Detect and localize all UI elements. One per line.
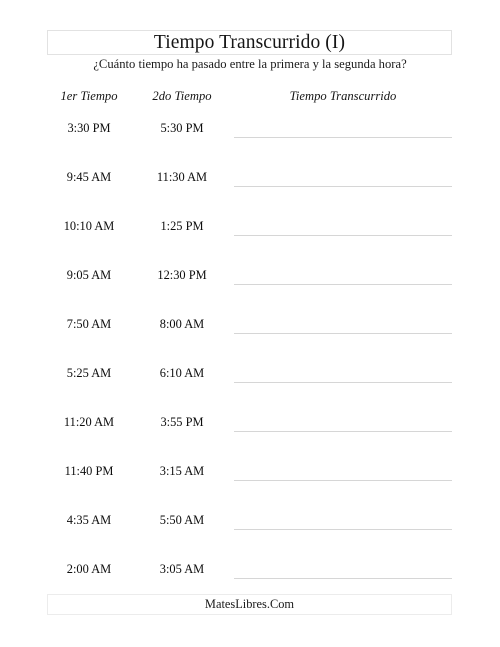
elapsed-time-answer-blank[interactable] [234, 333, 452, 334]
second-time-value: 3:05 AM [159, 562, 205, 576]
footer-attribution: MatesLibres.Com [204, 597, 295, 612]
elapsed-time-answer-blank[interactable] [234, 529, 452, 530]
elapsed-time-answer-blank[interactable] [234, 137, 452, 138]
second-time-value: 3:55 PM [160, 415, 204, 429]
second-time-value: 11:30 AM [156, 170, 208, 184]
column-header-elapsed-time: Tiempo Transcurrido [289, 89, 397, 103]
elapsed-time-answer-blank[interactable] [234, 578, 452, 579]
table-row: 11:20 AM 3:55 PM [0, 407, 500, 456]
table-row: 9:05 AM 12:30 PM [0, 260, 500, 309]
second-time-value: 5:30 PM [160, 121, 204, 135]
second-time-value: 3:15 AM [159, 464, 205, 478]
title-box: Tiempo Transcurrido (I) [47, 30, 452, 55]
elapsed-time-answer-blank[interactable] [234, 284, 452, 285]
elapsed-time-answer-blank[interactable] [234, 235, 452, 236]
table-row: 7:50 AM 8:00 AM [0, 309, 500, 358]
table-row: 11:40 PM 3:15 AM [0, 456, 500, 505]
elapsed-time-answer-blank[interactable] [234, 382, 452, 383]
table-row: 10:10 AM 1:25 PM [0, 211, 500, 260]
problem-rows: 3:30 PM 5:30 PM 9:45 AM 11:30 AM 10:10 AM 1:2… [0, 113, 500, 603]
worksheet-page: Tiempo Transcurrido (I) ¿Cuánto tiempo h… [0, 0, 500, 647]
table-row: 3:30 PM 5:30 PM [0, 113, 500, 162]
second-time-value: 12:30 PM [157, 268, 207, 282]
second-time-value: 1:25 PM [160, 219, 204, 233]
table-row: 5:25 AM 6:10 AM [0, 358, 500, 407]
page-title: Tiempo Transcurrido (I) [153, 31, 346, 53]
second-time-value: 6:10 AM [159, 366, 205, 380]
table-row: 4:35 AM 5:50 AM [0, 505, 500, 554]
elapsed-time-answer-blank[interactable] [234, 480, 452, 481]
elapsed-time-answer-blank[interactable] [234, 431, 452, 432]
column-header-row: 1er Tiempo 2do Tiempo Tiempo Transcurrid… [0, 89, 500, 106]
column-header-second-time: 2do Tiempo [152, 89, 212, 103]
elapsed-time-answer-blank[interactable] [234, 186, 452, 187]
worksheet-instructions: ¿Cuánto tiempo ha pasado entre la primer… [93, 57, 407, 71]
second-time-value: 8:00 AM [159, 317, 205, 331]
footer-box: MatesLibres.Com [47, 594, 452, 615]
second-time-value: 5:50 AM [159, 513, 205, 527]
table-row: 9:45 AM 11:30 AM [0, 162, 500, 211]
